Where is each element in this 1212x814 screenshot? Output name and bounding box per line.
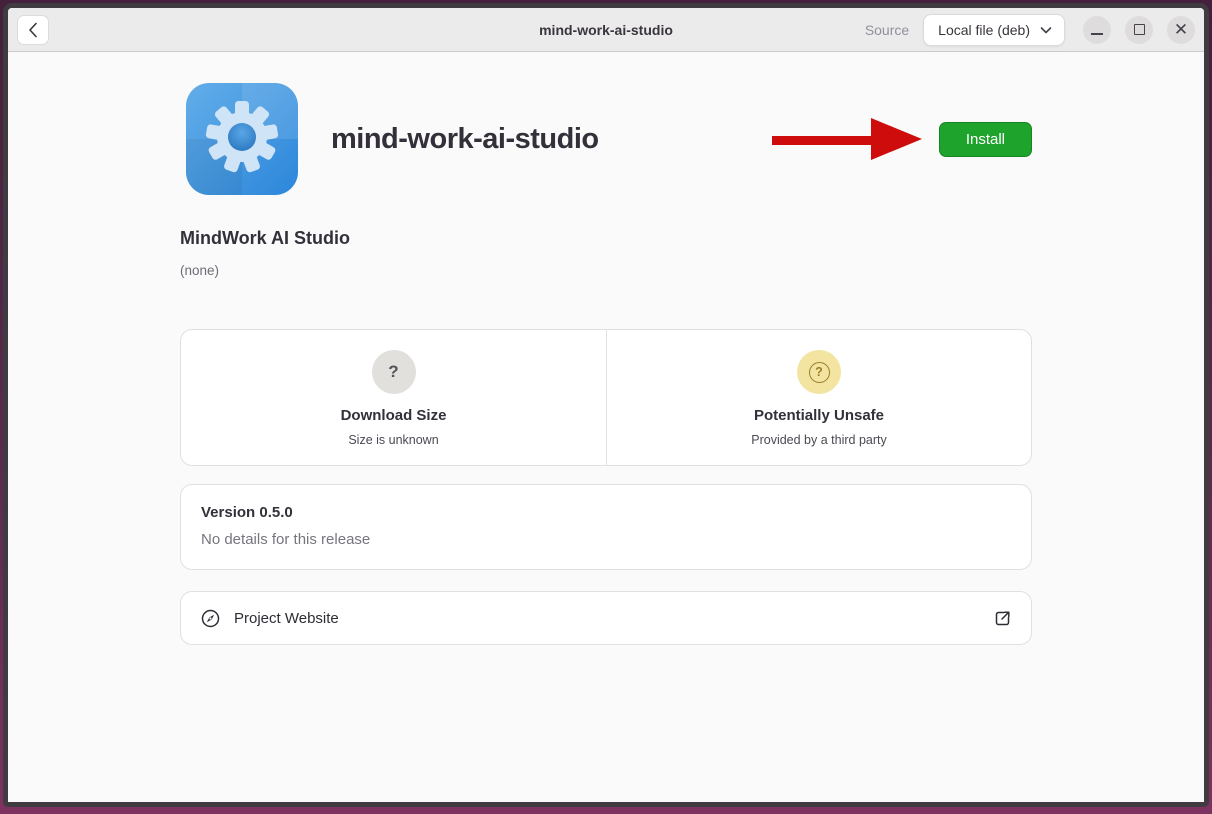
source-dropdown[interactable]: Local file (deb) [923,14,1065,46]
software-window: mind-work-ai-studio Source Local file (d… [3,3,1209,807]
close-icon: ✕ [1174,21,1188,38]
website-label: Project Website [234,610,339,627]
app-icon [186,83,298,195]
app-name-heading: mind-work-ai-studio [331,123,599,156]
back-button[interactable] [17,15,49,45]
install-button[interactable]: Install [939,122,1032,157]
chevron-down-icon [1040,26,1052,34]
tile-title: Potentially Unsafe [754,407,884,424]
app-developer: (none) [180,263,1032,278]
window-title: mind-work-ai-studio [539,22,673,38]
app-display-name: MindWork AI Studio [180,228,1032,249]
close-button[interactable]: ✕ [1167,16,1195,44]
download-size-tile[interactable]: ? Download Size Size is unknown [181,330,606,465]
minimize-icon [1091,33,1103,35]
warning-question-icon: ? [797,350,841,394]
annotation-arrow-icon [772,116,924,162]
app-details-page: mind-work-ai-studio Install MindWork AI … [8,52,1204,802]
minimize-button[interactable] [1083,16,1111,44]
chevron-left-icon [28,22,38,38]
headerbar: mind-work-ai-studio Source Local file (d… [8,8,1204,52]
context-tiles-card: ? Download Size Size is unknown ? Potent… [180,329,1032,466]
external-link-icon [994,610,1011,627]
question-badge-icon: ? [372,350,416,394]
version-title: Version 0.5.0 [201,504,1011,521]
tile-subtitle: Provided by a third party [751,433,887,447]
version-subtitle: No details for this release [201,531,1011,548]
app-header: mind-work-ai-studio Install [180,83,1032,195]
source-dropdown-value: Local file (deb) [938,22,1030,38]
tile-subtitle: Size is unknown [348,433,438,447]
maximize-button[interactable] [1125,16,1153,44]
project-website-link[interactable]: Project Website [180,591,1032,645]
tile-title: Download Size [341,407,447,424]
compass-icon [201,609,220,628]
source-label: Source [865,22,909,38]
version-card: Version 0.5.0 No details for this releas… [180,484,1032,570]
safety-tile[interactable]: ? Potentially Unsafe Provided by a third… [606,330,1031,465]
maximize-icon [1134,24,1145,35]
